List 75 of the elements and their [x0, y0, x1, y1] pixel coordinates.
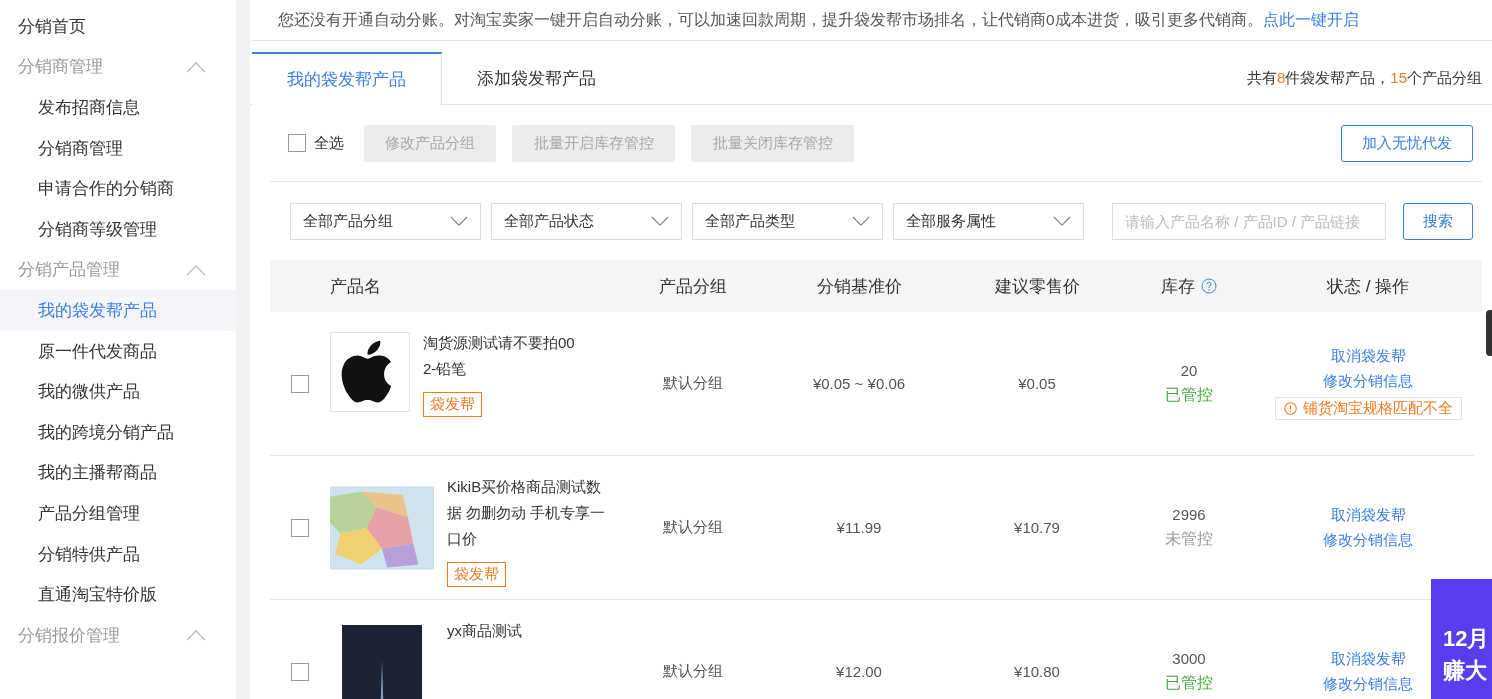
column-header: 产品名 — [330, 276, 381, 296]
stock-status: 已管控 — [1165, 384, 1213, 405]
caret-icon — [852, 215, 870, 227]
stock-cell: 2996 — [1172, 505, 1206, 523]
action-link[interactable]: 取消袋发帮 — [1330, 347, 1406, 366]
action-link[interactable]: 取消袋发帮 — [1330, 505, 1406, 525]
column-header: 产品分组 — [659, 275, 727, 298]
sidebar-item[interactable]: 分销首页 — [0, 6, 236, 47]
select-all-checkbox[interactable] — [288, 134, 306, 152]
help-icon[interactable] — [1201, 278, 1217, 294]
filter-dropdown[interactable]: 全部产品类型 — [692, 202, 883, 240]
column-header: 分销基准价 — [816, 275, 902, 298]
summary-text: 共有8件袋发帮产品，15个产品分组 — [1246, 68, 1483, 88]
product-tag: 袋发帮 — [447, 561, 506, 587]
warning-icon — [1283, 402, 1297, 415]
retail-price-cell: ¥0.05 — [1018, 375, 1056, 392]
sidebar-item[interactable]: 分销特供产品 — [0, 533, 236, 575]
action-link[interactable]: 修改分销信息 — [1323, 530, 1413, 550]
add-button[interactable]: 加入无忧代发 — [1341, 124, 1473, 162]
column-header: 状态 / 操作 — [1326, 275, 1410, 298]
enable-link[interactable]: 点此一键开启 — [1262, 9, 1359, 31]
sidebar-item[interactable]: 我的主播帮商品 — [0, 452, 236, 494]
sidebar-item[interactable]: 我的微供产品 — [0, 371, 236, 412]
sidebar-item[interactable]: 分销商等级管理 — [0, 208, 236, 250]
base-price-cell: ¥12.00 — [836, 663, 882, 680]
promo-banner[interactable]: 12月 赚大 — [1431, 579, 1492, 699]
warning-text: 铺货淘宝规格匹配不全 — [1302, 399, 1453, 418]
group-cell: 默认分组 — [663, 518, 723, 537]
product-name[interactable]: KikiB买价格商品测试数据 勿删勿动 手机专享一口价 — [447, 473, 607, 552]
base-price-cell: ¥11.99 — [836, 519, 882, 536]
action-link[interactable]: 修改分销信息 — [1323, 674, 1413, 694]
sidebar-item[interactable]: 发布招商信息 — [0, 87, 236, 128]
product-name[interactable]: yx商品测试 — [447, 617, 607, 644]
search-button[interactable]: 搜索 — [1403, 202, 1473, 240]
row-checkbox[interactable] — [291, 662, 309, 681]
promo-text: 12月 — [1443, 627, 1490, 651]
sidebar-item[interactable]: 我的袋发帮产品 — [0, 290, 236, 331]
caret-icon — [450, 215, 468, 227]
column-header: 库存 — [1161, 275, 1195, 298]
retail-price-cell: ¥10.79 — [1014, 519, 1060, 536]
tab[interactable]: 我的袋发帮产品 — [252, 52, 442, 105]
sidebar-item[interactable]: 原一件代发商品 — [0, 330, 236, 372]
caret-icon — [186, 263, 206, 276]
action-link[interactable]: 取消袋发帮 — [1330, 649, 1406, 669]
retail-price-cell: ¥10.80 — [1014, 663, 1060, 680]
stock-cell: 3000 — [1172, 649, 1206, 667]
promo-text: 赚大 — [1443, 659, 1487, 683]
tab[interactable]: 添加袋发帮产品 — [442, 52, 631, 104]
caret-icon — [1053, 215, 1071, 227]
stock-cell: 20 — [1180, 361, 1198, 379]
caret-icon — [651, 215, 669, 227]
row-checkbox[interactable] — [291, 374, 309, 393]
sidebar-item[interactable]: 申请合作的分销商 — [0, 168, 236, 209]
search-field[interactable]: 请输入产品名称 / 产品ID / 产品链接 — [1112, 202, 1386, 240]
filter-dropdown[interactable]: 全部产品状态 — [491, 202, 682, 240]
group-cell: 默认分组 — [663, 374, 723, 393]
row-checkbox[interactable] — [291, 518, 309, 537]
stock-status: 未管控 — [1165, 528, 1213, 549]
base-price-cell: ¥0.05 ~ ¥0.06 — [812, 375, 906, 392]
caret-icon — [186, 60, 206, 73]
scroll-handle[interactable] — [1486, 310, 1492, 356]
stock-status: 已管控 — [1165, 672, 1213, 693]
action-link[interactable]: 修改分销信息 — [1323, 372, 1413, 391]
sidebar-item[interactable]: 分销商管理 — [0, 127, 236, 169]
filter-dropdown[interactable]: 全部服务属性 — [893, 202, 1084, 240]
product-tag: 袋发帮 — [423, 391, 482, 417]
select-all-label: 全选 — [314, 133, 344, 153]
filter-dropdown[interactable]: 全部产品分组 — [290, 202, 481, 240]
product-name[interactable]: 淘货源测试请不要拍002-铅笔 — [423, 329, 583, 382]
sidebar-item[interactable]: 直通淘宝特价版 — [0, 574, 236, 615]
sidebar-item[interactable]: 我的跨境分销产品 — [0, 411, 236, 453]
sidebar-item[interactable]: 产品分组管理 — [0, 493, 236, 534]
caret-icon — [186, 629, 206, 642]
column-header: 建议零售价 — [994, 275, 1080, 298]
group-cell: 默认分组 — [663, 662, 723, 681]
